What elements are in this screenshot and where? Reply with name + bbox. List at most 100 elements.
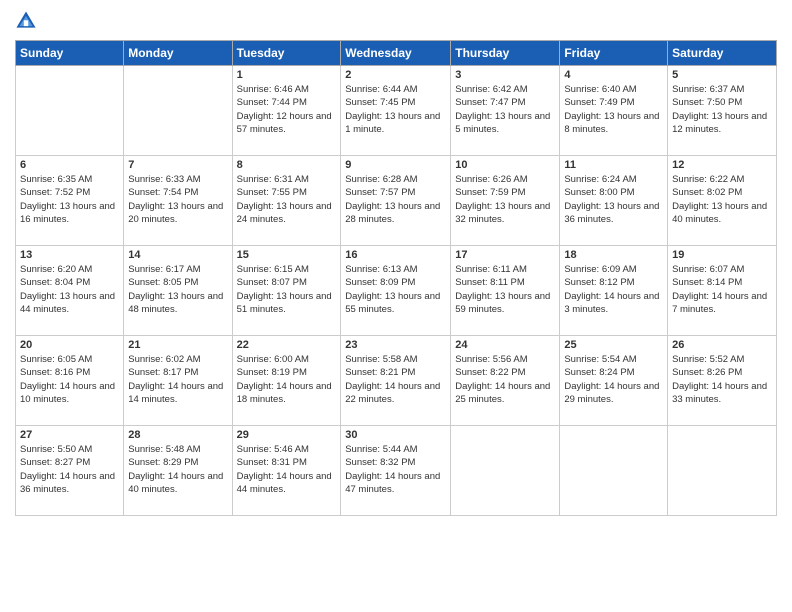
day-info: Sunrise: 6:31 AM Sunset: 7:55 PM Dayligh…: [237, 173, 337, 226]
logo-icon: [15, 10, 37, 32]
day-number: 16: [345, 249, 446, 261]
day-cell: 7 Sunrise: 6:33 AM Sunset: 7:54 PM Daylig…: [124, 156, 232, 246]
day-info: Sunrise: 6:40 AM Sunset: 7:49 PM Dayligh…: [564, 83, 663, 136]
day-cell: [451, 426, 560, 516]
day-info: Sunrise: 5:54 AM Sunset: 8:24 PM Dayligh…: [564, 353, 663, 406]
calendar-table: SundayMondayTuesdayWednesdayThursdayFrid…: [15, 40, 777, 516]
day-number: 1: [237, 69, 337, 81]
day-number: 13: [20, 249, 119, 261]
day-number: 6: [20, 159, 119, 171]
day-number: 28: [128, 429, 227, 441]
day-info: Sunrise: 5:48 AM Sunset: 8:29 PM Dayligh…: [128, 443, 227, 496]
day-cell: 23 Sunrise: 5:58 AM Sunset: 8:21 PM Dayli…: [341, 336, 451, 426]
day-cell: 3 Sunrise: 6:42 AM Sunset: 7:47 PM Daylig…: [451, 66, 560, 156]
day-cell: [124, 66, 232, 156]
day-info: Sunrise: 6:22 AM Sunset: 8:02 PM Dayligh…: [672, 173, 772, 226]
day-info: Sunrise: 5:46 AM Sunset: 8:31 PM Dayligh…: [237, 443, 337, 496]
day-cell: 6 Sunrise: 6:35 AM Sunset: 7:52 PM Daylig…: [16, 156, 124, 246]
day-number: 4: [564, 69, 663, 81]
week-row-4: 20 Sunrise: 6:05 AM Sunset: 8:16 PM Dayli…: [16, 336, 777, 426]
day-info: Sunrise: 5:50 AM Sunset: 8:27 PM Dayligh…: [20, 443, 119, 496]
day-info: Sunrise: 6:44 AM Sunset: 7:45 PM Dayligh…: [345, 83, 446, 136]
weekday-friday: Friday: [560, 41, 668, 66]
day-number: 8: [237, 159, 337, 171]
day-number: 18: [564, 249, 663, 261]
day-cell: 26 Sunrise: 5:52 AM Sunset: 8:26 PM Dayli…: [668, 336, 777, 426]
day-info: Sunrise: 5:44 AM Sunset: 8:32 PM Dayligh…: [345, 443, 446, 496]
day-number: 27: [20, 429, 119, 441]
day-number: 26: [672, 339, 772, 351]
day-info: Sunrise: 6:05 AM Sunset: 8:16 PM Dayligh…: [20, 353, 119, 406]
day-info: Sunrise: 6:11 AM Sunset: 8:11 PM Dayligh…: [455, 263, 555, 316]
calendar-header: SundayMondayTuesdayWednesdayThursdayFrid…: [16, 41, 777, 66]
day-info: Sunrise: 6:37 AM Sunset: 7:50 PM Dayligh…: [672, 83, 772, 136]
weekday-tuesday: Tuesday: [232, 41, 341, 66]
day-number: 29: [237, 429, 337, 441]
day-number: 12: [672, 159, 772, 171]
weekday-header-row: SundayMondayTuesdayWednesdayThursdayFrid…: [16, 41, 777, 66]
day-number: 7: [128, 159, 227, 171]
day-number: 2: [345, 69, 446, 81]
calendar-body: 1 Sunrise: 6:46 AM Sunset: 7:44 PM Daylig…: [16, 66, 777, 516]
day-number: 24: [455, 339, 555, 351]
day-number: 22: [237, 339, 337, 351]
day-cell: 19Sunrise: 6:07 AM Sunset: 8:14 PM Dayli…: [668, 246, 777, 336]
day-info: Sunrise: 6:42 AM Sunset: 7:47 PM Dayligh…: [455, 83, 555, 136]
day-cell: 30 Sunrise: 5:44 AM Sunset: 8:32 PM Dayli…: [341, 426, 451, 516]
header: [15, 10, 777, 32]
day-info: Sunrise: 6:33 AM Sunset: 7:54 PM Dayligh…: [128, 173, 227, 226]
week-row-1: 1 Sunrise: 6:46 AM Sunset: 7:44 PM Daylig…: [16, 66, 777, 156]
day-cell: 18 Sunrise: 6:09 AM Sunset: 8:12 PM Dayli…: [560, 246, 668, 336]
day-cell: 12 Sunrise: 6:22 AM Sunset: 8:02 PM Dayli…: [668, 156, 777, 246]
day-cell: 22Sunrise: 6:00 AM Sunset: 8:19 PM Dayli…: [232, 336, 341, 426]
day-cell: 5Sunrise: 6:37 AM Sunset: 7:50 PM Daylig…: [668, 66, 777, 156]
day-cell: [16, 66, 124, 156]
day-cell: 13Sunrise: 6:20 AM Sunset: 8:04 PM Dayli…: [16, 246, 124, 336]
day-info: Sunrise: 6:35 AM Sunset: 7:52 PM Dayligh…: [20, 173, 119, 226]
day-cell: 27 Sunrise: 5:50 AM Sunset: 8:27 PM Dayli…: [16, 426, 124, 516]
day-number: 9: [345, 159, 446, 171]
day-cell: 15Sunrise: 6:15 AM Sunset: 8:07 PM Dayli…: [232, 246, 341, 336]
day-number: 19: [672, 249, 772, 261]
day-cell: 10 Sunrise: 6:26 AM Sunset: 7:59 PM Dayli…: [451, 156, 560, 246]
week-row-2: 6 Sunrise: 6:35 AM Sunset: 7:52 PM Daylig…: [16, 156, 777, 246]
day-number: 25: [564, 339, 663, 351]
week-row-5: 27 Sunrise: 5:50 AM Sunset: 8:27 PM Dayli…: [16, 426, 777, 516]
day-cell: 4 Sunrise: 6:40 AM Sunset: 7:49 PM Daylig…: [560, 66, 668, 156]
day-info: Sunrise: 6:13 AM Sunset: 8:09 PM Dayligh…: [345, 263, 446, 316]
day-number: 14: [128, 249, 227, 261]
weekday-wednesday: Wednesday: [341, 41, 451, 66]
day-number: 20: [20, 339, 119, 351]
day-number: 30: [345, 429, 446, 441]
day-number: 10: [455, 159, 555, 171]
day-cell: 16 Sunrise: 6:13 AM Sunset: 8:09 PM Dayli…: [341, 246, 451, 336]
day-info: Sunrise: 6:09 AM Sunset: 8:12 PM Dayligh…: [564, 263, 663, 316]
day-cell: 21Sunrise: 6:02 AM Sunset: 8:17 PM Dayli…: [124, 336, 232, 426]
week-row-3: 13Sunrise: 6:20 AM Sunset: 8:04 PM Dayli…: [16, 246, 777, 336]
day-cell: 14 Sunrise: 6:17 AM Sunset: 8:05 PM Dayli…: [124, 246, 232, 336]
day-cell: 11Sunrise: 6:24 AM Sunset: 8:00 PM Dayli…: [560, 156, 668, 246]
logo: [15, 10, 41, 32]
day-info: Sunrise: 6:28 AM Sunset: 7:57 PM Dayligh…: [345, 173, 446, 226]
day-cell: 1 Sunrise: 6:46 AM Sunset: 7:44 PM Daylig…: [232, 66, 341, 156]
day-cell: 25 Sunrise: 5:54 AM Sunset: 8:24 PM Dayli…: [560, 336, 668, 426]
day-info: Sunrise: 5:58 AM Sunset: 8:21 PM Dayligh…: [345, 353, 446, 406]
day-cell: [668, 426, 777, 516]
day-info: Sunrise: 6:17 AM Sunset: 8:05 PM Dayligh…: [128, 263, 227, 316]
day-info: Sunrise: 6:46 AM Sunset: 7:44 PM Dayligh…: [237, 83, 337, 136]
day-number: 17: [455, 249, 555, 261]
weekday-saturday: Saturday: [668, 41, 777, 66]
day-cell: 20 Sunrise: 6:05 AM Sunset: 8:16 PM Dayli…: [16, 336, 124, 426]
day-info: Sunrise: 5:52 AM Sunset: 8:26 PM Dayligh…: [672, 353, 772, 406]
weekday-monday: Monday: [124, 41, 232, 66]
day-cell: 24 Sunrise: 5:56 AM Sunset: 8:22 PM Dayli…: [451, 336, 560, 426]
day-cell: 9 Sunrise: 6:28 AM Sunset: 7:57 PM Daylig…: [341, 156, 451, 246]
day-number: 15: [237, 249, 337, 261]
day-info: Sunrise: 6:26 AM Sunset: 7:59 PM Dayligh…: [455, 173, 555, 226]
day-info: Sunrise: 6:02 AM Sunset: 8:17 PM Dayligh…: [128, 353, 227, 406]
day-cell: 28 Sunrise: 5:48 AM Sunset: 8:29 PM Dayli…: [124, 426, 232, 516]
day-number: 3: [455, 69, 555, 81]
day-number: 23: [345, 339, 446, 351]
day-cell: 8 Sunrise: 6:31 AM Sunset: 7:55 PM Daylig…: [232, 156, 341, 246]
day-info: Sunrise: 5:56 AM Sunset: 8:22 PM Dayligh…: [455, 353, 555, 406]
